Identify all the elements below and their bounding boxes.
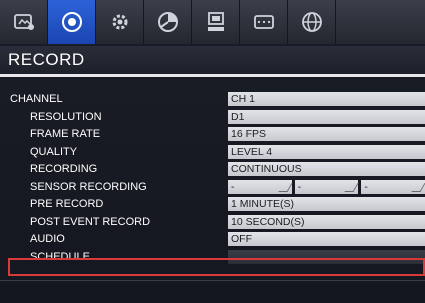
tab-display[interactable] <box>240 0 288 44</box>
channel-select[interactable]: CH 1 <box>228 92 425 106</box>
tab-record[interactable] <box>48 0 96 44</box>
schedule-highlight-box <box>8 258 425 276</box>
audio-select[interactable]: OFF <box>228 232 425 246</box>
tab-internet[interactable] <box>288 0 336 44</box>
section-header: RECORD <box>0 46 425 76</box>
recording-select[interactable]: CONTINUOUS <box>228 162 425 176</box>
setting-row-channel: CHANNEL CH 1 <box>0 91 425 109</box>
display-icon <box>253 15 274 29</box>
resolution-label: RESOLUTION <box>30 110 102 123</box>
audio-label: AUDIO <box>30 233 65 245</box>
settings-list: CHANNEL CH 1 RESOLUTION D1 FRAME RATE 16… <box>0 91 425 266</box>
dropdown-corner-icon <box>278 182 293 192</box>
sensor-recording-select-3[interactable]: - <box>361 179 425 194</box>
recording-label: RECORDING <box>30 163 98 175</box>
quality-select[interactable]: LEVEL 4 <box>228 144 425 159</box>
sensor-recording-select-2[interactable]: - <box>294 179 359 194</box>
setting-row-post-event-record: POST EVENT RECORD 10 SECOND(S) <box>0 214 425 232</box>
camera-settings-icon <box>13 14 34 30</box>
setting-row-resolution: RESOLUTION D1 <box>0 109 425 127</box>
bottom-divider <box>0 280 425 281</box>
header-divider <box>0 74 425 77</box>
network-icon <box>207 12 224 31</box>
gear-icon <box>112 14 127 30</box>
globe-icon <box>301 12 322 32</box>
setting-row-frame-rate: FRAME RATE 16 FPS <box>0 126 425 144</box>
top-toolbar <box>0 0 425 44</box>
quality-label: QUALITY <box>30 145 78 158</box>
dropdown-corner-icon <box>344 182 359 192</box>
channel-label: CHANNEL <box>10 93 63 105</box>
tab-network[interactable] <box>192 0 240 44</box>
page-title: RECORD <box>8 50 85 69</box>
pre-record-label: PRE RECORD <box>30 198 104 210</box>
post-event-record-select[interactable]: 10 SECOND(S) <box>228 214 425 229</box>
tab-camera-settings[interactable] <box>0 0 48 44</box>
resolution-select[interactable]: D1 <box>228 109 425 124</box>
sensor-recording-label: SENSOR RECORDING <box>30 180 147 193</box>
setting-row-sensor-recording: SENSOR RECORDING - - - <box>0 179 425 197</box>
sensor-recording-value-3: - <box>364 180 368 193</box>
setting-row-audio: AUDIO OFF <box>0 231 425 249</box>
sensor-recording-value-1: - <box>231 180 235 193</box>
tab-system[interactable] <box>96 0 144 44</box>
pre-record-select[interactable]: 1 MINUTE(S) <box>228 197 425 211</box>
tab-event[interactable] <box>144 0 192 44</box>
frame-rate-label: FRAME RATE <box>30 128 101 140</box>
setting-row-pre-record: PRE RECORD 1 MINUTE(S) <box>0 196 425 214</box>
setting-row-quality: QUALITY LEVEL 4 <box>0 144 425 162</box>
sensor-recording-fields: - - - <box>228 179 425 194</box>
dropdown-corner-icon <box>411 182 425 192</box>
sensor-recording-value-2: - <box>297 180 302 193</box>
record-icon <box>61 12 82 32</box>
setting-row-recording: RECORDING CONTINUOUS <box>0 161 425 179</box>
frame-rate-select[interactable]: 16 FPS <box>228 127 425 141</box>
post-event-record-label: POST EVENT RECORD <box>30 215 151 228</box>
dvr-record-screen: RECORD CHANNEL CH 1 RESOLUTION D1 FRAME … <box>0 0 425 303</box>
sensor-recording-select-1[interactable]: - <box>228 179 293 194</box>
event-icon <box>157 12 178 32</box>
